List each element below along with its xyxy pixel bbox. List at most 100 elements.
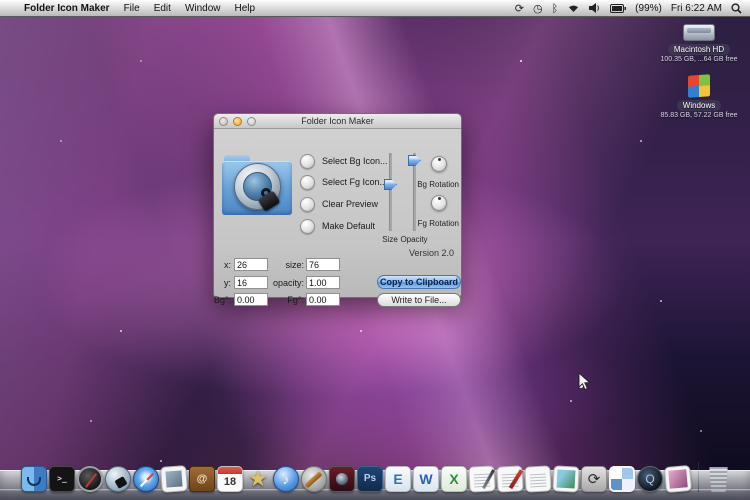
entourage-icon[interactable]: E bbox=[385, 466, 411, 492]
menu-app-name[interactable]: Folder Icon Maker bbox=[24, 3, 110, 14]
opacity-slider-thumb[interactable] bbox=[408, 155, 421, 166]
address-book-glyph: @ bbox=[197, 474, 208, 485]
window-body: Select Bg Icon... Select Fg Icon... Clea… bbox=[214, 129, 461, 298]
hard-drive-icon[interactable] bbox=[683, 24, 715, 41]
emblem-circle bbox=[234, 163, 281, 210]
size-field-label: size: bbox=[260, 260, 304, 270]
menubar: Folder Icon Maker File Edit Window Help … bbox=[0, 0, 750, 17]
bg-rotation-label: Bg Rotation bbox=[395, 180, 459, 189]
fg-rotation-knob[interactable] bbox=[431, 195, 447, 211]
make-default-row: Make Default bbox=[300, 218, 375, 234]
word-glyph: W bbox=[419, 472, 432, 486]
copy-to-clipboard-button[interactable]: Copy to Clipboard bbox=[377, 275, 461, 289]
volume-icon[interactable] bbox=[589, 3, 601, 13]
folder-preview bbox=[222, 155, 292, 215]
photoshop-glyph: Ps bbox=[364, 474, 376, 484]
menubar-clock[interactable]: Fri 6:22 AM bbox=[671, 3, 722, 14]
desktop-icon-area: Macintosh HD 100.35 GB, ...64 GB free Wi… bbox=[656, 24, 742, 119]
iphoto-icon[interactable] bbox=[552, 465, 579, 492]
make-default-button[interactable] bbox=[300, 219, 315, 234]
safari-icon[interactable] bbox=[133, 466, 159, 492]
quicktime-glyph: Q bbox=[645, 473, 654, 485]
select-fg-icon-label: Select Fg Icon... bbox=[322, 177, 387, 187]
dock-separator bbox=[698, 462, 699, 492]
select-fg-icon-button[interactable] bbox=[300, 175, 315, 190]
window-titlebar[interactable]: Folder Icon Maker bbox=[214, 114, 461, 129]
clear-preview-label: Clear Preview bbox=[322, 199, 378, 209]
select-bg-icon-row: Select Bg Icon... bbox=[300, 153, 388, 169]
wifi-icon[interactable] bbox=[567, 3, 580, 13]
itunes-icon[interactable]: ♪ bbox=[273, 466, 299, 492]
folder-icon-maker-icon[interactable] bbox=[105, 466, 131, 492]
y-field-label: y: bbox=[214, 278, 231, 288]
select-bg-icon-label: Select Bg Icon... bbox=[322, 156, 388, 166]
itunes-glyph: ♪ bbox=[283, 473, 290, 486]
fg-degrees-field-label: Fg°: bbox=[260, 295, 304, 305]
terminal-icon[interactable]: >_ bbox=[49, 466, 75, 492]
version-text: Version 2.0 bbox=[409, 248, 454, 258]
drive-label[interactable]: Macintosh HD bbox=[668, 44, 730, 55]
menu-window[interactable]: Window bbox=[185, 3, 221, 14]
select-bg-icon-button[interactable] bbox=[300, 154, 315, 169]
document-pencil-icon[interactable] bbox=[496, 465, 523, 492]
bg-degrees-field-label: Bg°: bbox=[214, 295, 231, 305]
opacity-slider-label: Opacity bbox=[396, 235, 432, 244]
address-book-icon[interactable]: @ bbox=[189, 466, 215, 492]
photo-booth-icon[interactable] bbox=[329, 466, 355, 492]
spotlight-icon[interactable] bbox=[731, 3, 742, 14]
battery-icon[interactable] bbox=[610, 4, 626, 13]
opacity-field[interactable] bbox=[306, 276, 340, 289]
entourage-glyph: E bbox=[393, 472, 402, 486]
menu-help[interactable]: Help bbox=[235, 3, 256, 14]
fg-rotation-label: Fg Rotation bbox=[395, 219, 459, 228]
word-icon[interactable]: W bbox=[413, 466, 439, 492]
quicktime-icon[interactable]: Q bbox=[637, 466, 663, 492]
sync-glyph: ⟳ bbox=[588, 472, 601, 487]
menu-file[interactable]: File bbox=[124, 3, 140, 14]
bluetooth-icon[interactable]: ᛒ bbox=[552, 3, 559, 14]
make-default-label: Make Default bbox=[322, 221, 375, 231]
clear-preview-button[interactable] bbox=[300, 197, 315, 212]
size-field[interactable] bbox=[306, 258, 340, 271]
excel-icon[interactable]: X bbox=[441, 466, 467, 492]
size-slider-track[interactable] bbox=[389, 153, 392, 231]
time-machine-icon[interactable]: ◷ bbox=[533, 3, 543, 14]
dashboard-icon[interactable] bbox=[77, 466, 103, 492]
drive-label[interactable]: Windows bbox=[677, 100, 721, 111]
ical-glyph: 18 bbox=[224, 477, 236, 488]
excel-glyph: X bbox=[449, 472, 458, 486]
select-fg-icon-row: Select Fg Icon... bbox=[300, 174, 387, 190]
windows-logo-icon[interactable] bbox=[688, 74, 710, 98]
menu-edit[interactable]: Edit bbox=[154, 3, 171, 14]
document-icon[interactable] bbox=[524, 465, 551, 492]
trash-icon[interactable] bbox=[708, 467, 729, 492]
drive-info: 85.83 GB, 57.22 GB free bbox=[660, 112, 737, 119]
clear-preview-row: Clear Preview bbox=[300, 196, 378, 212]
garageband-icon[interactable] bbox=[301, 466, 327, 492]
star-app-icon[interactable]: ★ bbox=[245, 466, 271, 492]
folder-icon-maker-window: Folder Icon Maker Select Bg Icon... Sele… bbox=[213, 113, 462, 298]
document-pen-icon[interactable] bbox=[468, 465, 495, 492]
star-app-glyph: ★ bbox=[248, 468, 268, 490]
desktop-icon-windows[interactable]: Windows 85.83 GB, 57.22 GB free bbox=[656, 75, 742, 119]
mouse-cursor bbox=[578, 372, 591, 396]
dock-items: >_ @18 ★ ♪ Ps E W X ⟳ Q bbox=[21, 462, 729, 492]
preview-icon[interactable] bbox=[160, 465, 188, 493]
fg-degrees-field[interactable] bbox=[306, 293, 340, 306]
desktop-icon-macintosh-hd[interactable]: Macintosh HD 100.35 GB, ...64 GB free bbox=[656, 24, 742, 63]
drive-info: 100.35 GB, ...64 GB free bbox=[660, 56, 737, 63]
spaces-grid-icon[interactable] bbox=[609, 466, 635, 492]
sync-icon[interactable]: ⟳ bbox=[581, 466, 607, 492]
ical-icon[interactable]: 18 bbox=[217, 466, 243, 492]
photo-stack-icon[interactable] bbox=[664, 465, 692, 493]
x-field-label: x: bbox=[214, 260, 231, 270]
write-to-file-button[interactable]: Write to File... bbox=[377, 293, 461, 307]
bg-rotation-knob[interactable] bbox=[431, 156, 447, 172]
photoshop-icon[interactable]: Ps bbox=[357, 466, 383, 492]
terminal-glyph: >_ bbox=[57, 475, 67, 483]
sync-icon[interactable]: ⟳ bbox=[515, 3, 524, 14]
window-title: Folder Icon Maker bbox=[214, 116, 461, 126]
battery-percent[interactable]: (99%) bbox=[635, 3, 662, 14]
opacity-field-label: opacity: bbox=[260, 278, 304, 288]
finder-icon[interactable] bbox=[21, 466, 47, 492]
